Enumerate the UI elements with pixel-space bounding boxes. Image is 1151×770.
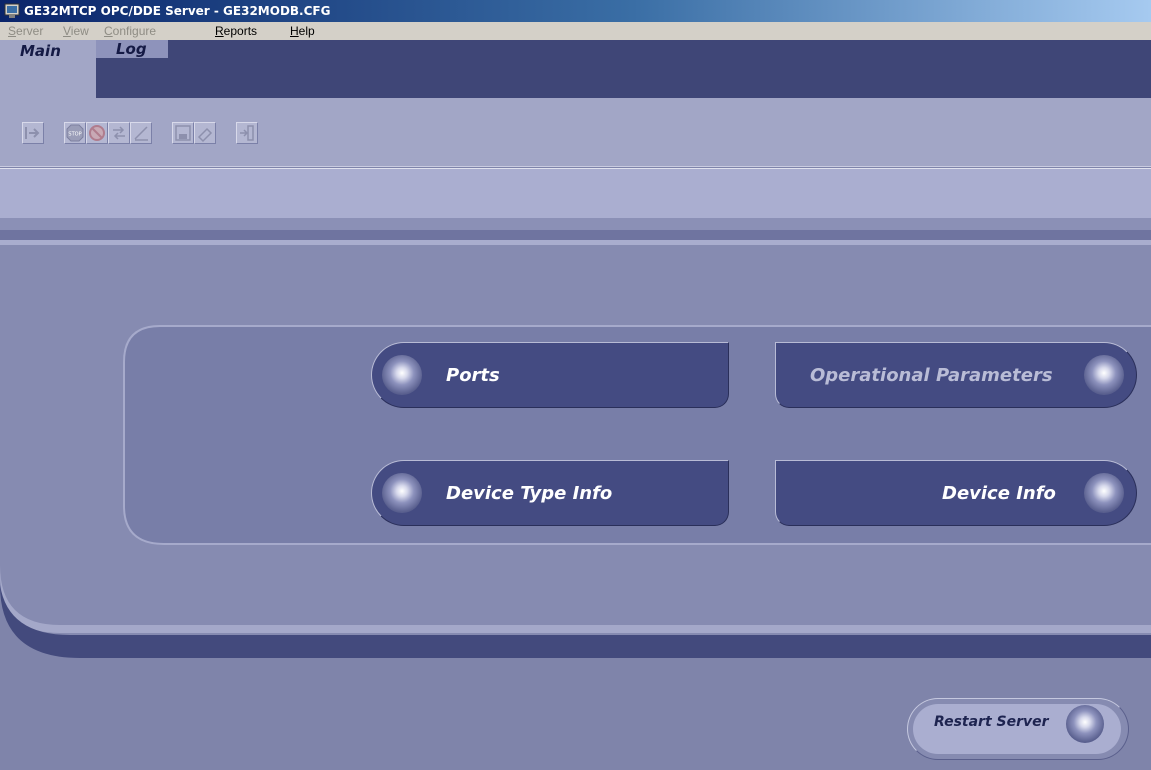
save-button[interactable] bbox=[172, 122, 194, 144]
transfer-icon bbox=[113, 126, 125, 140]
stop-server-button[interactable]: STOP bbox=[64, 122, 86, 144]
tab-main-label: Main bbox=[20, 42, 61, 60]
disable-icon bbox=[89, 125, 105, 141]
operational-parameters-button[interactable]: Operational Parameters bbox=[775, 342, 1137, 408]
orb-icon bbox=[1066, 705, 1104, 743]
exit-icon bbox=[240, 125, 254, 141]
edit-button[interactable] bbox=[130, 122, 152, 144]
restart-server-button[interactable]: Restart Server bbox=[907, 698, 1129, 760]
divider bbox=[0, 218, 1151, 230]
menu-server-label: erver bbox=[16, 24, 44, 38]
orb-icon bbox=[1084, 355, 1124, 395]
info-strip bbox=[0, 168, 1151, 219]
menu-view[interactable]: View bbox=[63, 22, 89, 40]
orb-icon bbox=[382, 355, 422, 395]
tab-main[interactable]: Main bbox=[0, 40, 96, 98]
menu-server[interactable]: Server bbox=[8, 22, 43, 40]
device-type-info-label: Device Type Info bbox=[446, 483, 613, 504]
device-info-label: Device Info bbox=[942, 483, 1056, 504]
restart-server-label: Restart Server bbox=[934, 714, 1049, 730]
transfer-button[interactable] bbox=[108, 122, 130, 144]
svg-text:STOP: STOP bbox=[68, 132, 81, 138]
exit-button[interactable] bbox=[236, 122, 258, 144]
device-type-info-button[interactable]: Device Type Info bbox=[371, 460, 729, 526]
disable-button[interactable] bbox=[86, 122, 108, 144]
print-icon bbox=[197, 127, 213, 143]
ports-button-label: Ports bbox=[446, 365, 500, 386]
window-title: GE32MTCP OPC/DDE Server - GE32MODB.CFG bbox=[24, 4, 331, 18]
menu-configure[interactable]: Configure bbox=[104, 22, 156, 40]
stop-icon: STOP bbox=[66, 124, 84, 142]
app-icon bbox=[4, 3, 20, 18]
save-icon bbox=[175, 125, 191, 141]
menu-help[interactable]: Help bbox=[290, 22, 315, 40]
orb-icon bbox=[1084, 473, 1124, 513]
menu-bar: Server View Configure Reports Help bbox=[0, 22, 1151, 40]
orb-icon bbox=[382, 473, 422, 513]
title-bar: GE32MTCP OPC/DDE Server - GE32MODB.CFG bbox=[0, 0, 1151, 22]
divider bbox=[0, 230, 1151, 240]
edit-icon bbox=[134, 126, 148, 141]
ports-button[interactable]: Ports bbox=[371, 342, 729, 408]
tab-log[interactable]: Log bbox=[96, 40, 168, 58]
tab-log-label: Log bbox=[116, 40, 147, 58]
start-server-button[interactable] bbox=[22, 122, 44, 144]
menu-reports[interactable]: Reports bbox=[215, 22, 257, 40]
tab-strip: Main Log bbox=[0, 40, 1151, 98]
start-icon bbox=[25, 127, 40, 139]
operational-parameters-label: Operational Parameters bbox=[810, 365, 1053, 386]
print-button[interactable] bbox=[194, 122, 216, 144]
device-info-button[interactable]: Device Info bbox=[775, 460, 1137, 526]
